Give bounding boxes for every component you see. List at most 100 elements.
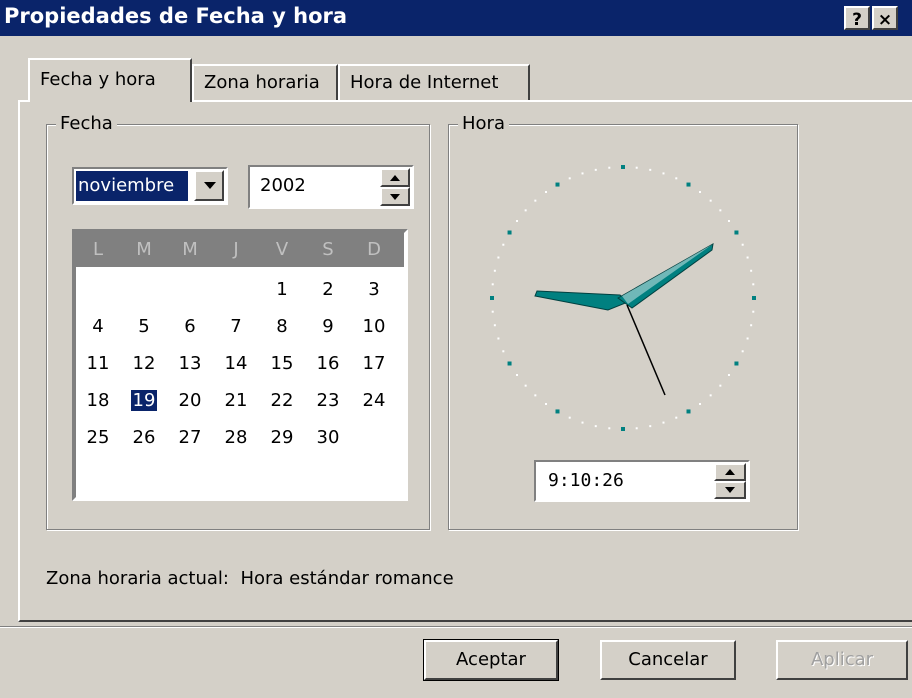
clock-minute-mark [534, 199, 537, 202]
calendar-day-label: 29 [270, 427, 294, 448]
minute-hand-highlight [622, 244, 713, 304]
calendar-day[interactable]: 29 [262, 421, 302, 455]
hour-hand [534, 290, 629, 311]
clock-minute-mark [727, 220, 730, 223]
weekday-header: V [275, 239, 289, 260]
arrow-down-icon [390, 194, 400, 200]
ok-button[interactable]: Aceptar [423, 639, 559, 681]
calendar-day[interactable]: 9 [308, 310, 348, 344]
calendar-day-label: 25 [86, 427, 110, 448]
calendar-day[interactable]: 21 [216, 384, 256, 418]
clock-hour-mark [686, 182, 691, 187]
clock-minute-mark [675, 416, 678, 419]
calendar-day-label: 20 [178, 390, 202, 411]
calendar-day[interactable]: 15 [262, 347, 302, 381]
separator [0, 626, 912, 628]
calendar-day[interactable]: 22 [262, 384, 302, 418]
clock-minute-mark [516, 373, 519, 376]
apply-button[interactable]: Aplicar [776, 640, 908, 680]
clock-hour-mark [490, 296, 494, 300]
calendar-day[interactable]: 4 [78, 310, 118, 344]
time-up-button[interactable] [714, 463, 746, 481]
calendar-day-label: 26 [132, 427, 156, 448]
calendar-day-label: 9 [322, 316, 334, 337]
calendar-day-label: 3 [368, 279, 380, 300]
calendar-day[interactable]: 26 [124, 421, 164, 455]
clock-minute-mark [741, 243, 744, 246]
calendar-day[interactable]: 3 [354, 273, 394, 307]
clock-hour-mark [555, 182, 560, 187]
calendar-day[interactable]: 20 [170, 384, 210, 418]
clock-minute-mark [746, 256, 749, 259]
analog-clock [490, 165, 756, 431]
clock-hour-mark [734, 361, 739, 366]
clock-minute-mark [581, 421, 584, 424]
clock-minute-mark [719, 209, 722, 212]
year-up-button[interactable] [380, 168, 410, 187]
timezone-value: Hora estándar romance [240, 568, 454, 589]
weekday-header: D [367, 239, 381, 260]
calendar-day-label: 1 [276, 279, 288, 300]
clock-minute-mark [698, 191, 701, 194]
calendar-day[interactable]: 14 [216, 347, 256, 381]
calendar-day-label: 30 [316, 427, 340, 448]
tab-date-time[interactable]: Fecha y hora [28, 58, 192, 102]
clock-minute-mark [635, 427, 638, 430]
calendar-day[interactable]: 13 [170, 347, 210, 381]
tab-internet-time[interactable]: Hora de Internet [338, 64, 530, 100]
calendar-day[interactable]: 17 [354, 347, 394, 381]
calendar-day[interactable]: 23 [308, 384, 348, 418]
calendar-day[interactable]: 25 [78, 421, 118, 455]
clock-minute-mark [750, 269, 753, 272]
calendar-day-label: 14 [224, 353, 248, 374]
calendar-day[interactable]: 12 [124, 347, 164, 381]
calendar-day[interactable]: 5 [124, 310, 164, 344]
calendar-day[interactable]: 24 [354, 384, 394, 418]
clock-minute-mark [497, 256, 500, 259]
clock-minute-mark [502, 350, 505, 353]
calendar-day[interactable]: 1 [262, 273, 302, 307]
calendar-day[interactable]: 6 [170, 310, 210, 344]
calendar-day-selected[interactable]: 19 [124, 384, 164, 418]
clock-minute-mark [545, 402, 548, 405]
calendar-day-label: 5 [138, 316, 150, 337]
calendar-grid: LMMJVSD 1 2 3 4 5 6 7 8 9 10 11 12 13 14 15 16 17 18 19 20 2… [76, 233, 404, 497]
calendar-day[interactable]: 11 [78, 347, 118, 381]
weekday-header: M [182, 239, 198, 260]
year-down-button[interactable] [380, 187, 410, 206]
month-dropdown-button[interactable] [194, 170, 224, 201]
calendar-day[interactable]: 2 [308, 273, 348, 307]
clock-minute-mark [568, 416, 571, 419]
clock-minute-mark [752, 283, 755, 286]
calendar-day[interactable]: 16 [308, 347, 348, 381]
clock-minute-mark [719, 384, 722, 387]
clock-minute-mark [516, 220, 519, 223]
clock-minute-mark [662, 172, 665, 175]
help-button[interactable]: ? [844, 6, 870, 30]
calendar-day[interactable]: 8 [262, 310, 302, 344]
clock-minute-mark [497, 337, 500, 340]
calendar-day[interactable]: 27 [170, 421, 210, 455]
calendar-day[interactable]: 28 [216, 421, 256, 455]
calendar-header: LMMJVSD [76, 233, 404, 267]
calendar-day[interactable]: 10 [354, 310, 394, 344]
time-down-button[interactable] [714, 481, 746, 499]
calendar-day-label: 22 [270, 390, 294, 411]
calendar-day-label: 27 [178, 427, 202, 448]
clock-minute-mark [491, 283, 494, 286]
cancel-button[interactable]: Cancelar [600, 640, 736, 680]
clock-minute-mark [727, 373, 730, 376]
clock-minute-mark [594, 168, 597, 171]
date-group-label: Fecha [56, 114, 117, 134]
clock-minute-mark [741, 350, 744, 353]
tab-time-zone[interactable]: Zona horaria [192, 64, 338, 100]
clock-hour-mark [686, 409, 691, 414]
clock-hour-mark [752, 296, 756, 300]
clock-minute-mark [675, 177, 678, 180]
calendar-day[interactable]: 18 [78, 384, 118, 418]
close-button[interactable]: × [872, 6, 898, 30]
calendar-day[interactable]: 30 [308, 421, 348, 455]
calendar-day[interactable]: 7 [216, 310, 256, 344]
calendar-day-label: 16 [316, 353, 340, 374]
calendar-day-label: 2 [322, 279, 334, 300]
